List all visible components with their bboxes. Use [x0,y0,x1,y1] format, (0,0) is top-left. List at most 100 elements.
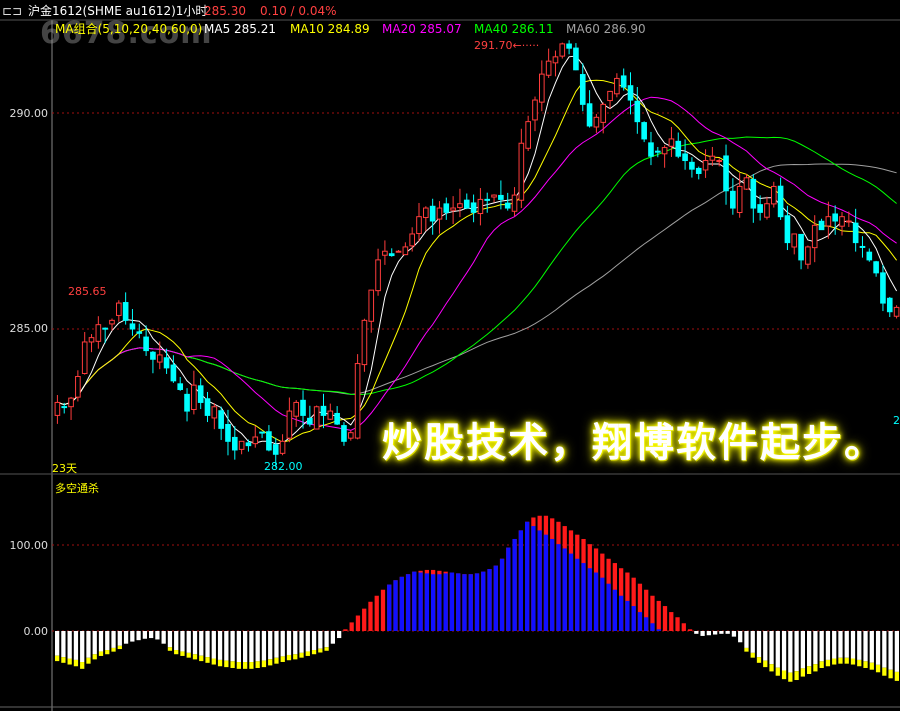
candle-up [518,142,525,201]
indicator-bar-bull [374,595,379,631]
candle-up [770,185,777,205]
indicator-bar-bear-extra [832,658,837,665]
candle-down [143,336,149,352]
candle-down [320,405,327,416]
candle-down [750,178,757,209]
candle-up [423,207,429,219]
indicator-bar-core [550,538,555,631]
candle-down [648,142,654,157]
candle-up [825,216,832,227]
indicator-bar-bear [299,631,304,653]
indicator-bar-core [412,571,417,631]
indicator-bar-core [493,565,498,631]
indicator-bar-bull [675,617,680,631]
indicator-bar-bear [155,631,160,640]
candle-up [702,160,709,171]
indicator-bar-bear-extra [217,659,223,667]
indicator-bar-core [481,571,486,631]
candle-up [416,216,422,235]
ma40-label: MA40 286.11 [474,22,554,36]
indicator-bar-bear [318,631,323,649]
candle-up [436,207,443,220]
indicator-bar-bear-extra [863,661,868,668]
indicator-bar-bear-extra [324,647,329,651]
candle-down [627,85,634,101]
candle-down [634,100,641,123]
candle-up [607,90,613,102]
chart-stage: 6678.com ⊏⊐ 沪金1612(SHME au1612)1小时 285.3… [0,0,900,711]
indicator-bar-bear [293,631,298,655]
indicator-bar-bear-extra [249,662,254,669]
indicator-bar-bear-extra [750,652,755,658]
candle-up [347,432,354,439]
indicator-bar-core [468,574,473,631]
indicator-bar-bear [781,631,787,671]
right-edge-label: 2 [893,414,900,427]
candle-up [327,410,334,420]
indicator-bar-bear-extra [199,655,204,662]
indicator-bar-bear [268,631,273,660]
candle-up [313,406,320,430]
candle-down [443,203,450,213]
indicator-bar-bear-extra [788,672,793,682]
indicator-bar-bear-extra [794,671,799,681]
indicator-bar-bear [211,631,216,659]
indicator-bar-bear-extra [80,662,85,669]
indicator-bar-bear [55,631,60,656]
candle-up [252,436,259,445]
candle-up [81,341,88,374]
indicator-bar-bear-extra [192,654,198,660]
indicator-bar-core [631,606,636,631]
candle-up [893,306,900,317]
indicator-bar-bear [311,631,317,651]
candle-down [204,398,211,416]
y-tick-285: 285.00 [9,322,49,335]
indicator-bar-bull [349,622,354,631]
indicator-bar-bear [713,631,718,635]
indicator-bar-bear [882,631,887,668]
indicator-bar-bear [769,631,774,665]
indicator-bar-core [619,595,624,631]
indicator-bar-core [499,558,505,631]
high-value: 291.70 [474,39,513,52]
indicator-bar-core [418,572,423,631]
candle-up [450,207,456,211]
indicator-bar-bear-extra [844,657,849,664]
candle-up [600,103,607,123]
indicator-bar-bear-extra [255,661,260,668]
candle-up [846,220,852,223]
ma20-label: MA20 285.07 [382,22,462,36]
candle-up [791,233,798,248]
candle-down [675,140,682,157]
indicator-bar-bear-extra [92,654,97,660]
indicator-bar-bear-extra [756,657,762,663]
indicator-bar-core [600,577,605,631]
ma-group-label[interactable]: MA组合(5,10,20,40,60,0) [55,22,202,36]
indicator-bar-bear [750,631,755,653]
indicator-bar-bear [330,631,335,644]
candle-down [784,215,791,244]
indicator-bar-bear-extra [894,671,899,681]
indicator-bar-bear-extra [98,651,104,656]
y-tick-0: 0.00 [23,625,49,638]
indicator-bar-bear-extra [61,657,66,663]
candle-up [88,337,95,343]
candle-up [375,259,381,292]
indicator-bar-bear [857,631,862,660]
candle-up [368,289,375,322]
candle-down [122,302,129,321]
indicator-bar-bear [199,631,204,656]
indicator-bar-bear-extra [236,662,241,669]
indicator-bar-bear [756,631,762,658]
window-icon[interactable]: ⊏⊐ [2,4,22,18]
candle-down [150,351,156,360]
candle-up [805,246,811,265]
ma10-label: MA10 284.89 [290,22,370,36]
indicator-bar-bear [894,631,899,672]
candle-down [388,253,395,257]
candle-up [109,319,115,325]
candle-down [641,122,647,140]
indicator-bar-bear-extra [299,652,304,658]
candle-down [695,167,702,174]
indicator-bar-core [587,568,592,631]
